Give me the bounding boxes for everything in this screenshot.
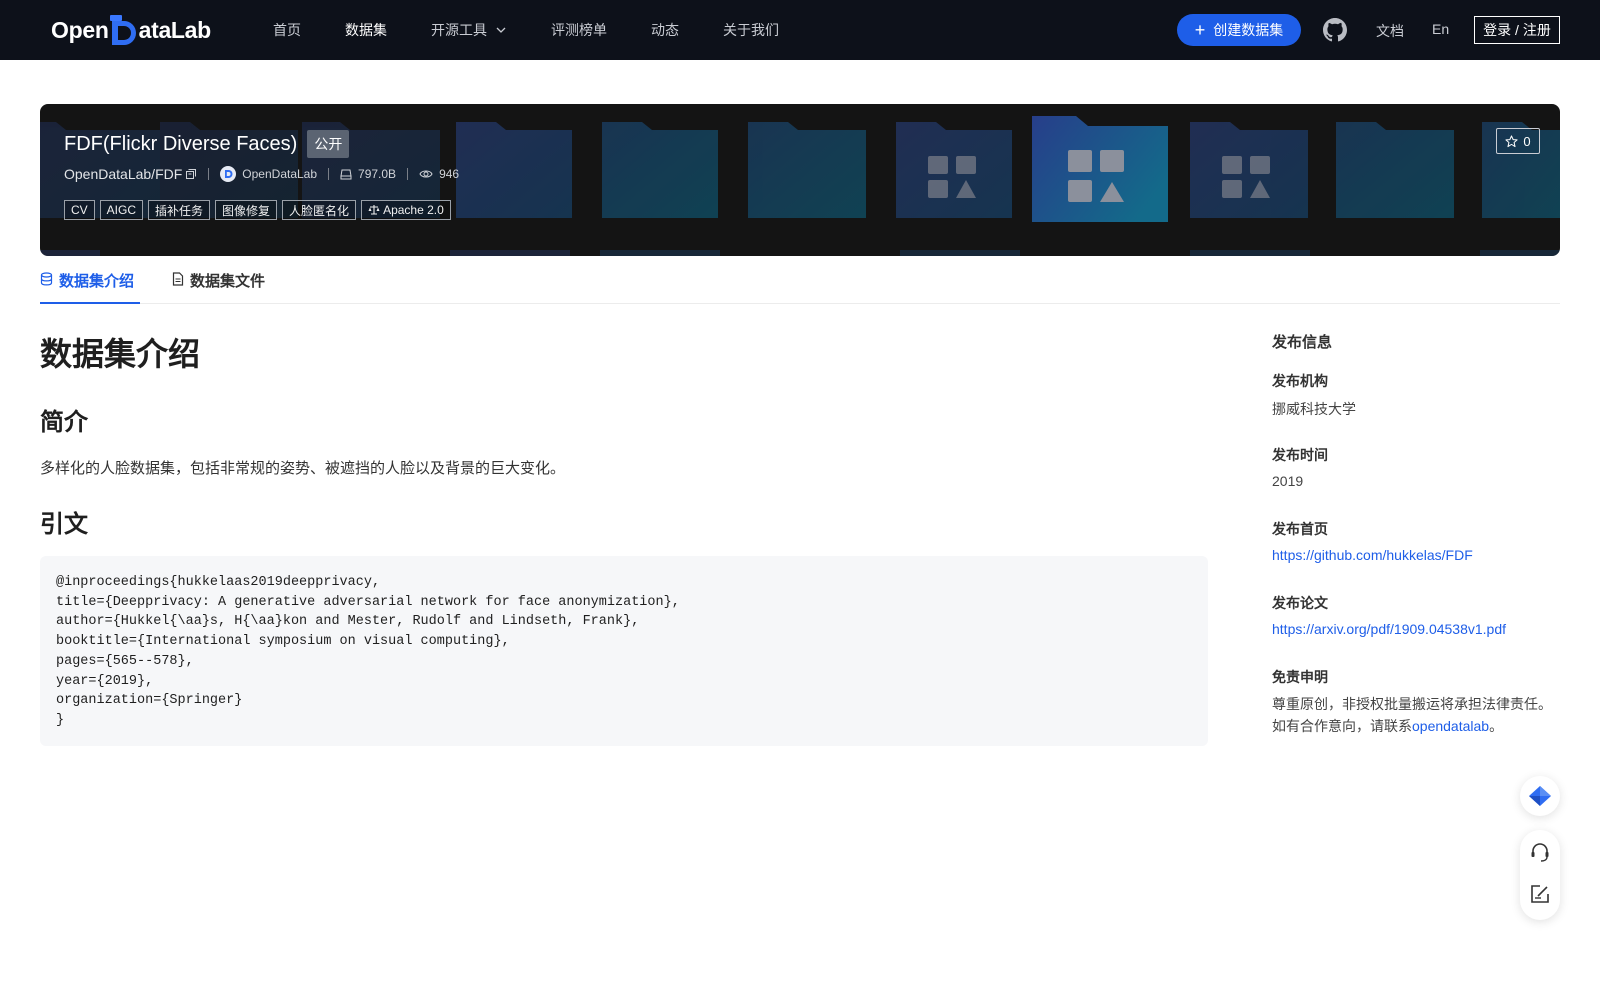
language-switch[interactable]: En <box>1432 21 1449 37</box>
sidebar-title: 发布信息 <box>1272 334 1333 351</box>
assistant-button[interactable] <box>1520 776 1560 816</box>
feedback-button[interactable] <box>1528 882 1552 906</box>
nav-datasets-label: 数据集 <box>345 22 387 38</box>
size-info: 797.0B <box>340 167 396 181</box>
repo-path-text: OpenDataLab/FDF <box>64 166 183 182</box>
tag-chip[interactable]: AIGC <box>99 200 144 220</box>
disclaimer-prefix: 如有合作意向，请联系 <box>1272 718 1412 734</box>
view-count: 946 <box>439 167 460 181</box>
scale-icon <box>368 205 380 215</box>
support-button[interactable] <box>1528 840 1552 864</box>
create-dataset-label: 创建数据集 <box>1213 22 1284 38</box>
star-count: 0 <box>1523 133 1531 149</box>
nav-news[interactable]: 动态 <box>651 20 679 40</box>
org-name: OpenDataLab <box>242 167 318 181</box>
login-register-button[interactable]: 登录 / 注册 <box>1474 16 1560 44</box>
create-dataset-button[interactable]: + 创建数据集 <box>1177 14 1301 46</box>
chevron-down-icon <box>496 27 506 33</box>
nav-tools-dropdown[interactable]: 开源工具 <box>431 20 507 40</box>
dataset-title-row: FDF(Flickr Diverse Faces) 公开 <box>64 130 350 158</box>
summary-text: 多样化的人脸数据集，包括非常规的姿势、被遮挡的人脸以及背景的巨大变化。 <box>40 460 566 477</box>
dataset-title: FDF(Flickr Diverse Faces) <box>64 132 298 155</box>
disclaimer-suffix: 。 <box>1489 718 1504 734</box>
paper-link[interactable]: https://arxiv.org/pdf/1909.04538v1.pdf <box>1272 621 1506 637</box>
publisher-value: 挪威科技大学 <box>1272 401 1356 417</box>
database-icon <box>40 272 53 286</box>
star-button[interactable]: 0 <box>1496 128 1540 154</box>
visibility-badge: 公开 <box>307 130 350 158</box>
nav-news-label: 动态 <box>651 22 679 38</box>
tag-chip[interactable]: CV <box>64 200 95 220</box>
tag-chip[interactable]: 图像修复 <box>215 200 278 220</box>
dataset-tabs: 数据集介绍 数据集文件 <box>40 264 1560 304</box>
disclaimer-line-1: 尊重原创，非授权批量搬运将承担法律责任。 <box>1272 696 1552 712</box>
edit-note-icon <box>1531 885 1549 903</box>
dataset-size: 797.0B <box>358 167 397 181</box>
dataset-banner: FDF(Flickr Diverse Faces) 公开 OpenDataLab… <box>40 104 1560 256</box>
logo-mark-icon <box>109 15 138 45</box>
github-icon[interactable] <box>1323 18 1347 42</box>
homepage-link[interactable]: https://github.com/hukkelas/FDF <box>1272 547 1473 563</box>
tag-list: CV AIGC 插补任务 图像修复 人脸匿名化 Apache 2.0 <box>64 200 456 220</box>
repo-path: OpenDataLab/FDF <box>64 166 197 182</box>
citation-heading: 引文 <box>40 511 88 538</box>
nav-tools-label: 开源工具 <box>431 22 487 38</box>
paper-label: 发布论文 <box>1272 595 1328 611</box>
publish-time-label: 发布时间 <box>1272 447 1328 463</box>
assistant-diamond-icon <box>1529 786 1551 806</box>
org-info[interactable]: OpenDataLab <box>220 166 317 182</box>
tab-intro-label: 数据集介绍 <box>59 273 135 290</box>
citation-code-block: @inproceedings{hukkelaas2019deepprivacy,… <box>40 556 1208 746</box>
docs-link[interactable]: 文档 <box>1376 21 1404 41</box>
citation-text: @inproceedings{hukkelaas2019deepprivacy,… <box>56 575 680 728</box>
nav-about-label: 关于我们 <box>723 22 779 38</box>
headset-icon <box>1531 843 1549 862</box>
publish-time-value: 2019 <box>1272 473 1304 489</box>
tag-chip[interactable]: 插补任务 <box>148 200 211 220</box>
views-info: 946 <box>419 167 459 181</box>
plus-icon: + <box>1194 20 1206 40</box>
eye-icon <box>419 170 433 178</box>
license-chip[interactable]: Apache 2.0 <box>361 200 451 220</box>
disk-icon <box>340 169 352 180</box>
meta-divider <box>407 168 409 180</box>
org-avatar-icon <box>220 166 237 182</box>
publisher-label: 发布机构 <box>1272 373 1328 389</box>
publish-info-sidebar: 发布信息 发布机构 挪威科技大学 发布时间 2019 发布首页 https://… <box>1272 331 1572 734</box>
disclaimer-label: 免责申明 <box>1272 669 1328 685</box>
license-label: Apache 2.0 <box>383 203 444 217</box>
tag-chip[interactable]: 人脸匿名化 <box>282 200 357 220</box>
homepage-label: 发布首页 <box>1272 521 1328 537</box>
dataset-meta-row: OpenDataLab/FDF OpenDataLab 797.0B 946 <box>64 166 459 182</box>
nav-home[interactable]: 首页 <box>273 20 301 40</box>
top-navbar: Open ataLab 首页 数据集 开源工具 评测榜单 动态 关于我们 + 创… <box>0 0 1600 60</box>
tab-files-label: 数据集文件 <box>190 273 266 290</box>
nav-about[interactable]: 关于我们 <box>723 20 779 40</box>
logo-text-right: ataLab <box>138 16 212 43</box>
logo-text-left: Open <box>51 16 109 43</box>
contact-link[interactable]: opendatalab <box>1412 718 1489 734</box>
tab-intro[interactable]: 数据集介绍 <box>40 270 140 304</box>
disclaimer-text: 尊重原创，非授权批量搬运将承担法律责任。 如有合作意向，请联系opendatal… <box>1272 693 1572 737</box>
nav-leaderboard-label: 评测榜单 <box>551 22 607 38</box>
file-icon <box>172 272 184 286</box>
floating-toolbar <box>1520 830 1560 920</box>
site-logo[interactable]: Open ataLab <box>51 14 211 46</box>
disclaimer-line-2: 如有合作意向，请联系opendatalab。 <box>1272 715 1572 737</box>
nav-home-label: 首页 <box>273 22 301 38</box>
main-nav: 首页 数据集 开源工具 评测榜单 动态 关于我们 <box>273 0 823 60</box>
star-icon <box>1505 134 1518 147</box>
meta-divider <box>328 168 330 180</box>
meta-divider <box>208 168 210 180</box>
nav-leaderboard[interactable]: 评测榜单 <box>551 20 607 40</box>
page-title: 数据集介绍 <box>40 336 201 372</box>
summary-heading: 简介 <box>40 409 88 436</box>
tab-files[interactable]: 数据集文件 <box>172 270 265 304</box>
copy-icon[interactable] <box>185 168 197 180</box>
nav-datasets[interactable]: 数据集 <box>345 20 387 40</box>
